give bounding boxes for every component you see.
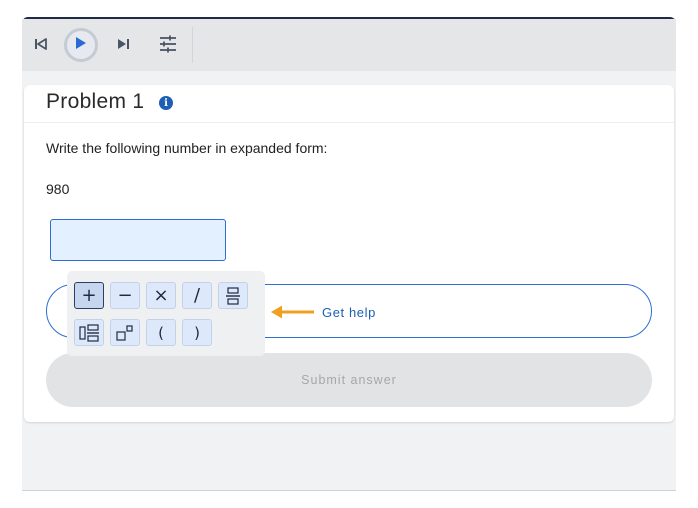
play-icon <box>75 36 87 55</box>
get-help-label[interactable]: Get help <box>322 305 376 320</box>
math-keypad: + − × / () <box>67 271 265 356</box>
exponent-key[interactable] <box>110 319 140 346</box>
open-paren-key[interactable]: ( <box>146 319 176 346</box>
mixed-number-key[interactable] <box>74 319 104 346</box>
problem-prompt: Write the following number in expanded f… <box>46 140 328 156</box>
player-toolbar <box>22 19 676 71</box>
exponent-icon <box>116 324 133 341</box>
arrow-left-icon <box>271 305 314 319</box>
problem-header: Problem 1 i <box>24 85 674 123</box>
close-paren-key[interactable]: ) <box>182 319 212 346</box>
mixed-number-icon <box>79 323 99 342</box>
toolbar-divider <box>192 27 193 63</box>
player-frame: Problem 1 i Write the following number i… <box>22 17 676 491</box>
skip-back-icon[interactable] <box>30 33 52 55</box>
plus-key[interactable]: + <box>74 282 104 309</box>
fraction-icon <box>226 286 240 305</box>
problem-number: 980 <box>46 181 70 197</box>
info-icon[interactable]: i <box>159 96 173 110</box>
skip-forward-icon[interactable] <box>112 33 134 55</box>
problem-title: Problem 1 <box>46 90 145 113</box>
divide-key[interactable]: / <box>182 282 212 309</box>
settings-sliders-icon[interactable] <box>156 33 180 55</box>
problem-card: Problem 1 i Write the following number i… <box>24 85 674 422</box>
times-key[interactable]: × <box>146 282 176 309</box>
answer-input[interactable] <box>50 219 226 261</box>
play-button[interactable] <box>64 28 98 62</box>
submit-answer-button[interactable]: Submit answer <box>46 353 652 407</box>
minus-key[interactable]: − <box>110 282 140 309</box>
fraction-key[interactable] <box>218 282 248 309</box>
